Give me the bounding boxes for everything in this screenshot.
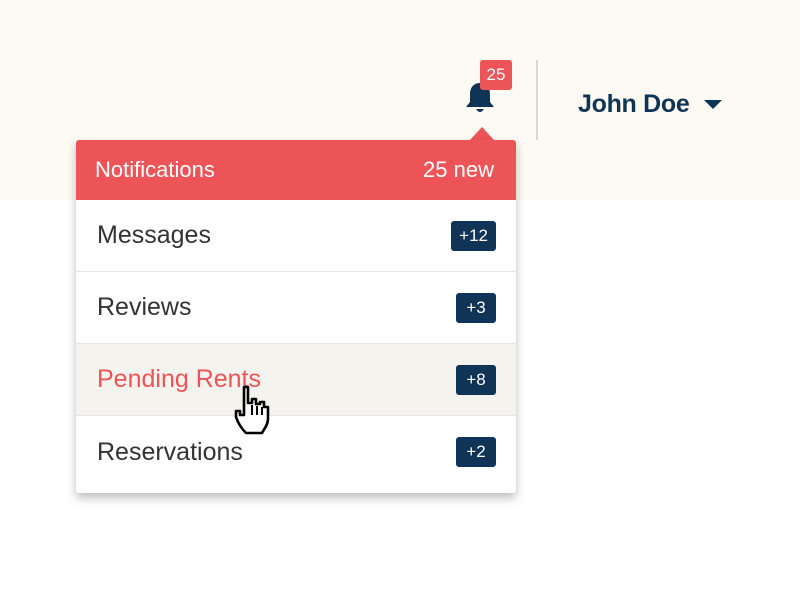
notification-item-pending-rents[interactable]: Pending Rents +8 [76,344,516,416]
notifications-dropdown: Notifications 25 new Messages +12 Review… [76,140,516,493]
notification-item-label: Reviews [97,293,192,321]
notification-count-badge: +8 [456,364,496,395]
notification-item-messages[interactable]: Messages +12 [76,200,516,272]
notification-item-reviews[interactable]: Reviews +3 [76,272,516,344]
notification-item-reservations[interactable]: Reservations +2 [76,416,516,488]
user-menu-button[interactable]: John Doe [578,86,722,122]
notification-item-label: Reservations [97,437,243,466]
notification-item-label: Pending Rents [97,365,262,393]
notification-count-badge: +2 [456,437,496,467]
user-name: John Doe [578,89,690,118]
notification-item-label: Messages [97,221,211,249]
dropdown-header: Notifications 25 new [76,140,516,200]
new-count: 25 new [423,157,494,182]
header-divider [536,60,538,140]
caret-down-icon [703,99,722,109]
notification-count-badge: 25 [480,60,512,90]
dropdown-pointer [470,127,494,140]
notification-count-badge: +3 [456,292,496,323]
notification-count-badge: +12 [451,220,496,251]
dropdown-title: Notifications [95,157,215,182]
